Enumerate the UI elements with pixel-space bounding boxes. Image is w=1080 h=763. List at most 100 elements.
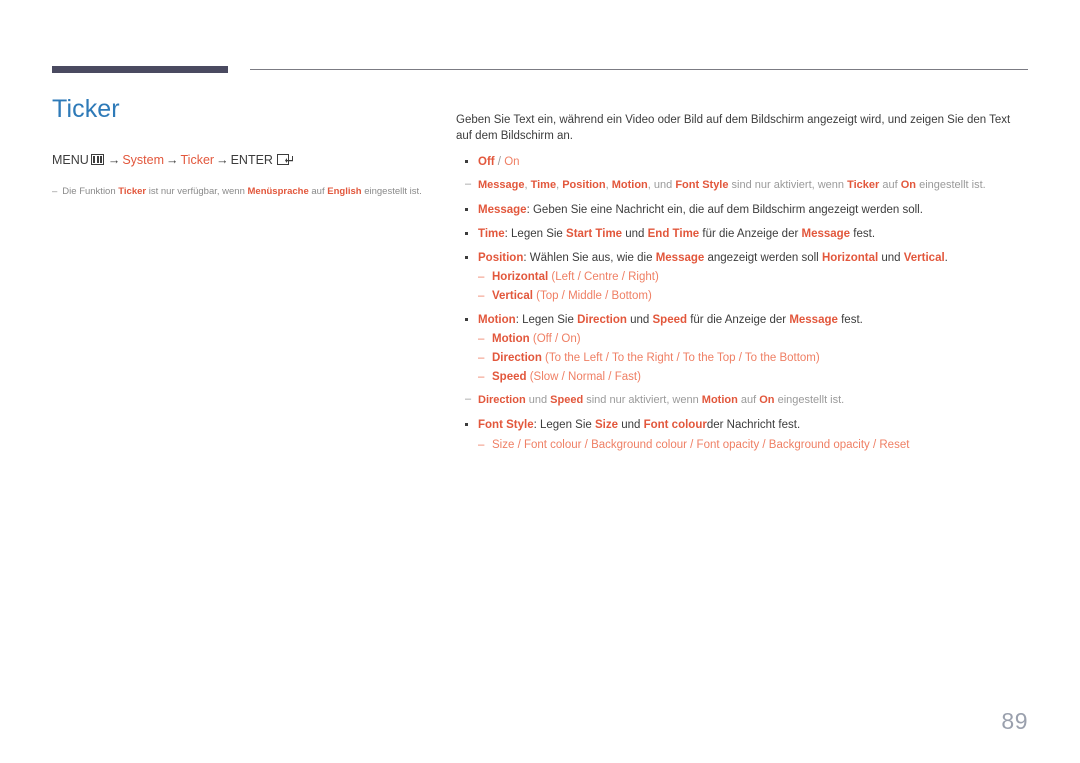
sub-term-motion: Motion [492,333,530,346]
sub-item-speed: – Speed (Slow / Normal / Fast) [478,369,1028,386]
time-t1: : Legen Sie [504,228,567,241]
time-t4: fest. [850,228,876,241]
note-accent-message: Message [478,178,525,191]
sub-item-vertical: – Vertical (Top / Middle / Bottom) [478,288,1028,305]
sub-dash: – [478,271,485,284]
path-step-ticker[interactable]: Ticker [181,153,215,167]
left-column: Ticker MENU → System → Ticker → ENTER – Die Fu… [52,95,432,199]
menu-navigation-path: MENU → System → Ticker → ENTER [52,152,432,170]
item-term-motion: Motion [478,313,516,326]
list-item-position: Position: Wählen Sie aus, wie die Messag… [456,250,1028,305]
time-accent-message: Message [801,228,851,241]
note-motion-sep-3: auf [737,393,760,406]
position-accent-message: Message [655,251,705,264]
enter-arrow-glyph [284,155,293,163]
note-accent-font-style: Font Style [675,178,729,191]
time-accent-start-time: Start Time [566,228,623,241]
fontstyle-accent-font-colour: Font colour [643,419,707,432]
motion-accent-speed: Speed [652,313,688,326]
page-title: Ticker [52,95,120,123]
item-term-off: Off [478,155,495,168]
sub-item-fontstyle-options: – Size / Font colour / Background colour … [478,437,1028,454]
item-desc-message: : Geben Sie eine Nachricht ein, die auf … [526,204,923,217]
path-arrow-1: → [107,152,121,167]
bullet-dot [465,159,468,163]
note-accent-direction: Direction [478,393,526,406]
note-dash: – [465,392,472,405]
position-accent-vertical: Vertical [903,251,945,264]
position-t1: : Wählen Sie aus, wie die [523,251,656,264]
motion-t3: für die Anzeige der [687,313,790,326]
position-accent-horizontal: Horizontal [821,251,879,264]
note-motion: – Direction und Speed sind nur aktiviert,… [456,393,1028,409]
feature-list: Off / On – Message, Time, Position, Motio… [456,154,1028,454]
position-t4: . [944,251,948,264]
header-rule-thin [250,69,1028,70]
sub-item-horizontal: – Horizontal (Left / Centre / Right) [478,269,1028,286]
sub-dash: – [478,290,485,303]
note-accent-motion: Motion [611,178,648,191]
enter-key-icon [276,153,293,165]
sub-dash: – [478,439,485,452]
sub-dash: – [478,333,485,346]
sub-options-speed: (Slow / Normal / Fast) [526,370,641,383]
note-accent-time: Time [530,178,557,191]
note-off-on: – Message, Time, Position, Motion, und Fo… [456,178,1028,194]
fontstyle-accent-size: Size [594,419,618,432]
bullet-dot [465,232,468,236]
note-sep-6: auf [879,178,901,191]
note-accent-ticker: Ticker [847,178,880,191]
note-sep-7: eingestellt ist. [916,178,986,191]
motion-accent-direction: Direction [577,313,627,326]
sub-term-fontstyle-options: Size / Font colour / Background colour /… [492,439,910,452]
note-sep-4: , und [647,178,676,191]
item-term-message: Message [478,204,527,217]
sub-dash: – [478,370,485,383]
footnote-dash: – [52,186,58,197]
list-item-font-style: Font Style: Legen Sie Size und Font colo… [456,417,1028,453]
enter-label: ENTER [230,152,273,167]
header-rules [52,66,1028,76]
sub-item-motion: – Motion (Off / On) [478,331,1028,348]
main-content: Geben Sie Text ein, während ein Video od… [456,100,1028,461]
motion-t4: fest. [837,313,863,326]
footnote-part4: eingestellt ist. [361,186,422,197]
bullet-dot [465,208,468,212]
footnote-text: Die Funktion Ticker ist nur verfügbar, w… [62,185,421,199]
position-suboptions: – Horizontal (Left / Centre / Right) – Ver… [478,269,1028,304]
menu-label: MENU [52,152,89,167]
motion-t2: und [626,313,653,326]
sub-options-direction: (To the Left / To the Right / To the Top… [541,352,820,365]
footnote-accent-menusprache: Menüsprache [247,186,309,197]
sub-item-direction: – Direction (To the Left / To the Right /… [478,350,1028,367]
bullet-dot [465,317,468,321]
note-accent-speed: Speed [550,393,584,406]
note-accent-on: On [759,393,775,406]
sub-term-speed: Speed [492,370,527,383]
time-t3: für die Anzeige der [699,228,802,241]
footnote-part3: auf [308,186,328,197]
item-term-position: Position [478,251,524,264]
sub-term-vertical: Vertical [492,290,533,303]
fontstyle-t3: der Nachricht fest. [706,419,801,432]
footnote-accent-ticker: Ticker [118,186,147,197]
note-accent-on: On [900,178,917,191]
sub-options-vertical: (Top / Middle / Bottom) [532,290,652,303]
note-dash: – [465,177,472,190]
path-step-system[interactable]: System [122,153,164,167]
time-t2: und [622,228,648,241]
note-accent-position: Position [562,178,606,191]
intro-paragraph: Geben Sie Text ein, während ein Video od… [456,113,1011,143]
note-motion-sep-4: eingestellt ist. [774,393,845,406]
item-term-time: Time [478,228,505,241]
fontstyle-t2: und [618,419,644,432]
sub-dash: – [478,352,485,365]
motion-t1: : Legen Sie [515,313,578,326]
motion-suboptions: – Motion (Off / On) – Direction (To the Le… [478,331,1028,385]
time-accent-end-time: End Time [647,228,700,241]
sub-options-motion: (Off / On) [529,333,581,346]
item-option-on: On [504,155,520,168]
sub-term-horizontal: Horizontal [492,271,549,284]
sub-term-direction: Direction [492,352,542,365]
position-t2: angezeigt werden soll [704,251,822,264]
